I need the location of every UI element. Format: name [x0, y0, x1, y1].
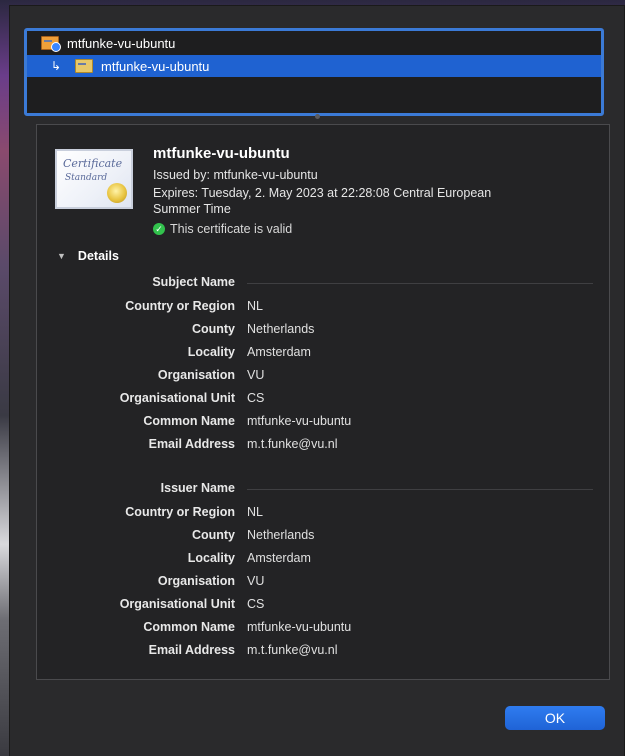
- field-label: Country or Region: [125, 299, 235, 313]
- split-resize-handle[interactable]: [315, 114, 320, 119]
- table-row: Locality Amsterdam: [37, 345, 609, 363]
- section-header-label: Subject Name: [152, 275, 235, 289]
- field-value: Netherlands: [247, 322, 315, 336]
- table-row: Organisational Unit CS: [37, 391, 609, 409]
- table-row: Country or Region NL: [37, 299, 609, 317]
- table-row: County Netherlands: [37, 528, 609, 546]
- section-divider: [247, 283, 593, 284]
- section-header-label: Issuer Name: [160, 481, 235, 495]
- details-disclosure[interactable]: ▼ Details: [57, 249, 119, 263]
- field-value: Amsterdam: [247, 345, 311, 359]
- certificate-title: mtfunke-vu-ubuntu: [153, 145, 290, 162]
- field-label: Common Name: [143, 620, 235, 634]
- field-label: Organisation: [157, 368, 235, 382]
- valid-check-icon: ✓: [153, 223, 165, 235]
- table-row: Email Address m.t.funke@vu.nl: [37, 437, 609, 455]
- certificate-hierarchy-list[interactable]: mtfunke-vu-ubuntu ↳ mtfunke-vu-ubuntu: [24, 28, 604, 116]
- field-label: Country or Region: [125, 505, 235, 519]
- certificate-large-icon: Certificate Standard: [55, 149, 133, 209]
- field-value: m.t.funke@vu.nl: [247, 643, 338, 657]
- table-row: Common Name mtfunke-vu-ubuntu: [37, 620, 609, 638]
- field-value: CS: [247, 391, 265, 405]
- table-row: Organisation VU: [37, 368, 609, 386]
- field-label: Organisational Unit: [119, 391, 235, 405]
- field-value: mtfunke-vu-ubuntu: [247, 414, 352, 428]
- table-row: Organisation VU: [37, 574, 609, 592]
- field-label: Locality: [187, 551, 235, 565]
- hierarchy-item-root[interactable]: mtfunke-vu-ubuntu: [27, 32, 601, 54]
- certificate-expiry-line: Expires: Tuesday, 2. May 2023 at 22:28:0…: [153, 186, 492, 200]
- field-label: Organisational Unit: [119, 597, 235, 611]
- hierarchy-item-label: mtfunke-vu-ubuntu: [101, 58, 210, 74]
- root-certificate-icon: [41, 36, 61, 52]
- section-divider: [247, 489, 593, 490]
- field-value: NL: [247, 505, 263, 519]
- child-arrow-icon: ↳: [51, 59, 62, 73]
- field-value: VU: [247, 368, 265, 382]
- ok-button[interactable]: OK: [505, 706, 605, 730]
- certificate-badge-subtitle: Standard: [65, 173, 108, 183]
- field-label: County: [191, 528, 235, 542]
- field-value: mtfunke-vu-ubuntu: [247, 620, 352, 634]
- table-row: Country or Region NL: [37, 505, 609, 523]
- certificate-badge-title: Certificate: [63, 157, 123, 170]
- seal-icon: [107, 183, 127, 203]
- details-label: Details: [77, 249, 119, 263]
- table-row: County Netherlands: [37, 322, 609, 340]
- table-row: Common Name mtfunke-vu-ubuntu: [37, 414, 609, 432]
- certificate-issuer: Issued by: mtfunke-vu-ubuntu: [153, 168, 318, 182]
- table-row: Organisational Unit CS: [37, 597, 609, 615]
- certificate-status: ✓ This certificate is valid: [153, 221, 593, 237]
- certificate-status-label: This certificate is valid: [170, 222, 293, 236]
- table-row: Email Address m.t.funke@vu.nl: [37, 643, 609, 661]
- certificate-expiry: Expires: Tuesday, 2. May 2023 at 22:28:0…: [153, 185, 593, 217]
- field-label: Organisation: [157, 574, 235, 588]
- field-label: County: [191, 322, 235, 336]
- issuer-name-header: Issuer Name: [37, 481, 609, 499]
- field-value: CS: [247, 597, 265, 611]
- field-label: Email Address: [148, 437, 235, 451]
- field-value: NL: [247, 299, 263, 313]
- table-row: Locality Amsterdam: [37, 551, 609, 569]
- hierarchy-item-label: mtfunke-vu-ubuntu: [67, 35, 176, 51]
- field-label: Email Address: [148, 643, 235, 657]
- field-label: Locality: [187, 345, 235, 359]
- certificate-icon: [75, 59, 93, 73]
- hierarchy-item-leaf[interactable]: ↳ mtfunke-vu-ubuntu: [27, 55, 601, 77]
- field-label: Common Name: [143, 414, 235, 428]
- subject-name-header: Subject Name: [37, 275, 609, 293]
- certificate-detail-panel[interactable]: Certificate Standard mtfunke-vu-ubuntu I…: [36, 124, 610, 680]
- field-value: VU: [247, 574, 265, 588]
- field-value: m.t.funke@vu.nl: [247, 437, 338, 451]
- field-value: Netherlands: [247, 528, 315, 542]
- certificate-expiry-line: Summer Time: [153, 202, 231, 216]
- disclosure-triangle-icon: ▼: [57, 251, 66, 261]
- field-value: Amsterdam: [247, 551, 311, 565]
